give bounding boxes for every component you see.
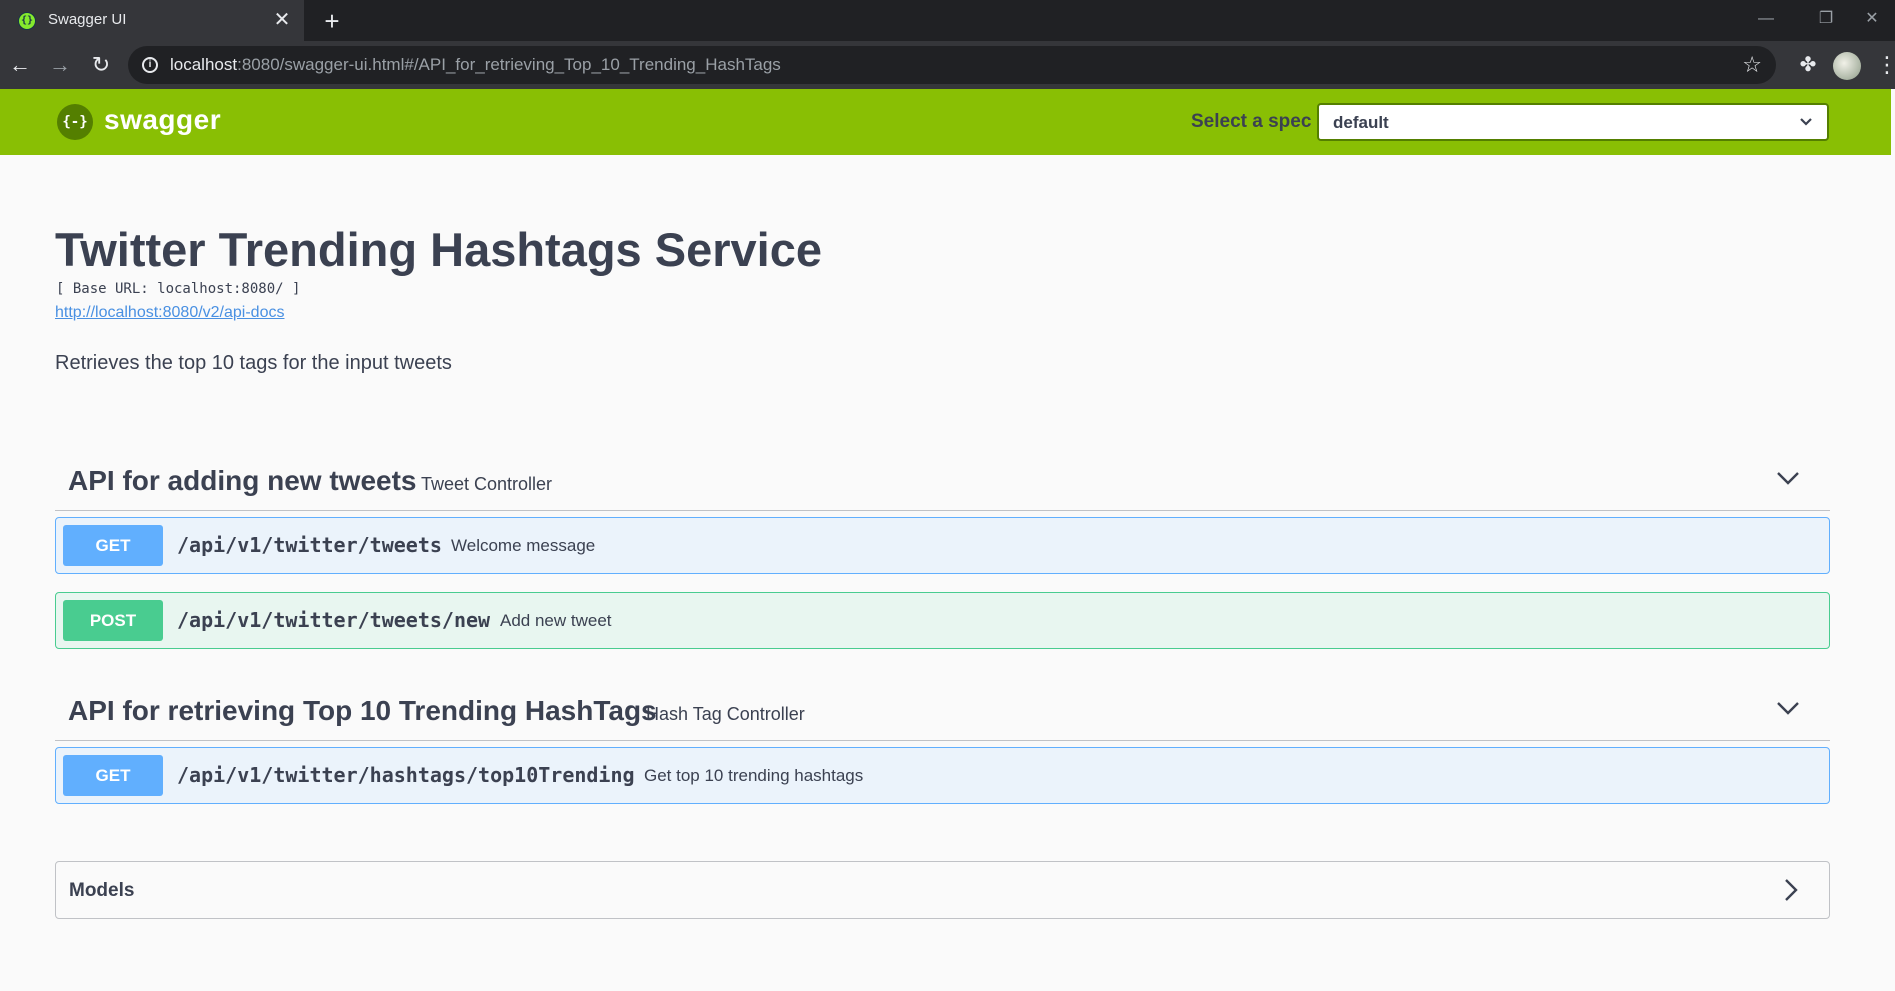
models-title: Models [69, 880, 135, 901]
new-tab-icon[interactable]: + [318, 7, 346, 35]
tag-name: API for retrieving Top 10 Trending HashT… [68, 695, 657, 726]
spec-select-value: default [1333, 113, 1389, 132]
api-docs-link[interactable]: http://localhost:8080/v2/api-docs [55, 304, 284, 322]
window-close-icon[interactable]: ✕ [1849, 4, 1895, 34]
chevron-right-icon[interactable] [1779, 878, 1803, 902]
minimize-icon[interactable]: — [1743, 4, 1789, 34]
restore-icon[interactable]: ❐ [1803, 4, 1849, 34]
spec-select[interactable]: default [1317, 103, 1829, 141]
url-text[interactable]: localhost:8080/swagger-ui.html#/API_for_… [170, 55, 781, 75]
operation-summary: Add new tweet [500, 611, 612, 630]
method-badge: GET [63, 525, 163, 566]
browser-tab[interactable]: Swagger UI ✕ [0, 0, 304, 41]
browser-toolbar: ← → ↻ i localhost:8080/swagger-ui.html#/… [0, 41, 1895, 89]
api-description: Retrieves the top 10 tags for the input … [55, 352, 452, 374]
browser-menu-icon[interactable]: ⋮ [1876, 50, 1895, 80]
back-icon[interactable]: ← [5, 50, 35, 80]
operation-path: /api/v1/twitter/tweets [177, 533, 442, 557]
tab-title: Swagger UI [48, 11, 127, 28]
tag-header-tweets[interactable]: API for adding new tweets Tweet Controll… [55, 448, 1830, 511]
tag-name: API for adding new tweets [68, 465, 417, 496]
tag-header-hashtags[interactable]: API for retrieving Top 10 Trending HashT… [55, 678, 1830, 741]
swagger-topbar: {-} swagger Select a spec default [0, 89, 1895, 155]
browser-tab-bar: Swagger UI ✕ + — ❐ ✕ [0, 0, 1895, 41]
extensions-icon[interactable]: ✤ [1794, 50, 1822, 80]
operation-post-new-tweet[interactable]: POST /api/v1/twitter/tweets/new Add new … [55, 592, 1830, 649]
tag-description: Hash Tag Controller [646, 704, 805, 724]
chevron-down-icon[interactable] [1776, 466, 1800, 490]
operation-get-tweets[interactable]: GET /api/v1/twitter/tweets Welcome messa… [55, 517, 1830, 574]
spec-select-label: Select a spec [1191, 111, 1312, 132]
swagger-logo-text[interactable]: swagger [104, 104, 221, 136]
reload-icon[interactable]: ↻ [86, 50, 116, 80]
operation-get-top10-trending[interactable]: GET /api/v1/twitter/hashtags/top10Trendi… [55, 747, 1830, 804]
base-url: [ Base URL: localhost:8080/ ] [56, 281, 301, 297]
tag-description: Tweet Controller [421, 474, 553, 494]
close-tab-icon[interactable]: ✕ [270, 8, 294, 32]
bookmark-star-icon[interactable]: ☆ [1742, 52, 1762, 78]
swagger-logo-icon[interactable]: {-} [57, 104, 93, 140]
chevron-down-icon [1800, 118, 1812, 126]
models-section[interactable]: Models [55, 861, 1830, 919]
operation-path: /api/v1/twitter/tweets/new [177, 608, 491, 632]
swagger-favicon-icon [18, 12, 36, 30]
site-info-icon[interactable]: i [142, 57, 158, 73]
scrollbar[interactable] [1891, 89, 1895, 991]
page-title: Twitter Trending Hashtags Service [55, 223, 823, 276]
profile-avatar[interactable] [1833, 52, 1861, 80]
operation-summary: Welcome message [451, 536, 596, 555]
chevron-down-icon[interactable] [1776, 696, 1800, 720]
method-badge: POST [63, 600, 163, 641]
forward-icon[interactable]: → [45, 50, 75, 80]
operation-path: /api/v1/twitter/hashtags/top10Trending [177, 763, 635, 787]
method-badge: GET [63, 755, 163, 796]
operation-summary: Get top 10 trending hashtags [644, 766, 864, 785]
address-bar[interactable]: i localhost:8080/swagger-ui.html#/API_fo… [128, 46, 1776, 84]
